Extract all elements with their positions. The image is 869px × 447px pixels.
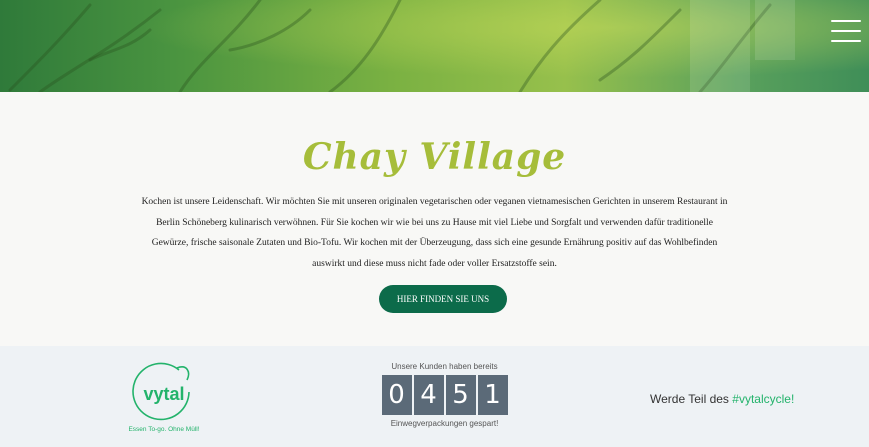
vytal-tagline: Essen To-go. Ohne Müll! xyxy=(128,426,200,433)
intro-description: Kochen ist unsere Leidenschaft. Wir möch… xyxy=(141,197,728,269)
page-title: Chay Village xyxy=(302,136,567,178)
menu-bar xyxy=(831,30,861,32)
intro-section: Chay Village Kochen ist unsere Leidensch… xyxy=(0,92,869,346)
join-vytal-text[interactable]: Werde Teil des #vytalcycle! xyxy=(650,392,850,406)
vytal-hashtag[interactable]: #vytalcycle! xyxy=(732,392,794,406)
counter-digit: 1 xyxy=(477,375,508,415)
join-text: Werde Teil des xyxy=(650,392,733,406)
vytal-banner: vytal Essen To-go. Ohne Müll! Unsere Kun… xyxy=(0,346,869,447)
counter-digit: 5 xyxy=(445,375,476,415)
hero-banner xyxy=(0,0,869,92)
menu-bar xyxy=(831,40,861,42)
menu-bar xyxy=(831,20,861,22)
vytal-logo-text: vytal xyxy=(143,384,184,404)
vytal-logo[interactable]: vytal Essen To-go. Ohne Müll! xyxy=(110,362,218,440)
find-us-button[interactable]: HIER FINDEN SIE UNS xyxy=(379,285,507,313)
vytal-logo-icon: vytal xyxy=(132,362,190,421)
counter-digit: 0 xyxy=(381,375,412,415)
counter-label-bottom: Einwegverpackungen gespart! xyxy=(390,419,499,428)
hamburger-menu-icon[interactable] xyxy=(831,20,861,42)
counter-digit: 4 xyxy=(413,375,444,415)
container-counter: Unsere Kunden haben bereits 0 4 5 1 Einw… xyxy=(372,362,517,428)
branches-background xyxy=(8,0,795,92)
counter-digits: 0 4 5 1 xyxy=(372,375,517,415)
counter-label-top: Unsere Kunden haben bereits xyxy=(391,362,498,371)
